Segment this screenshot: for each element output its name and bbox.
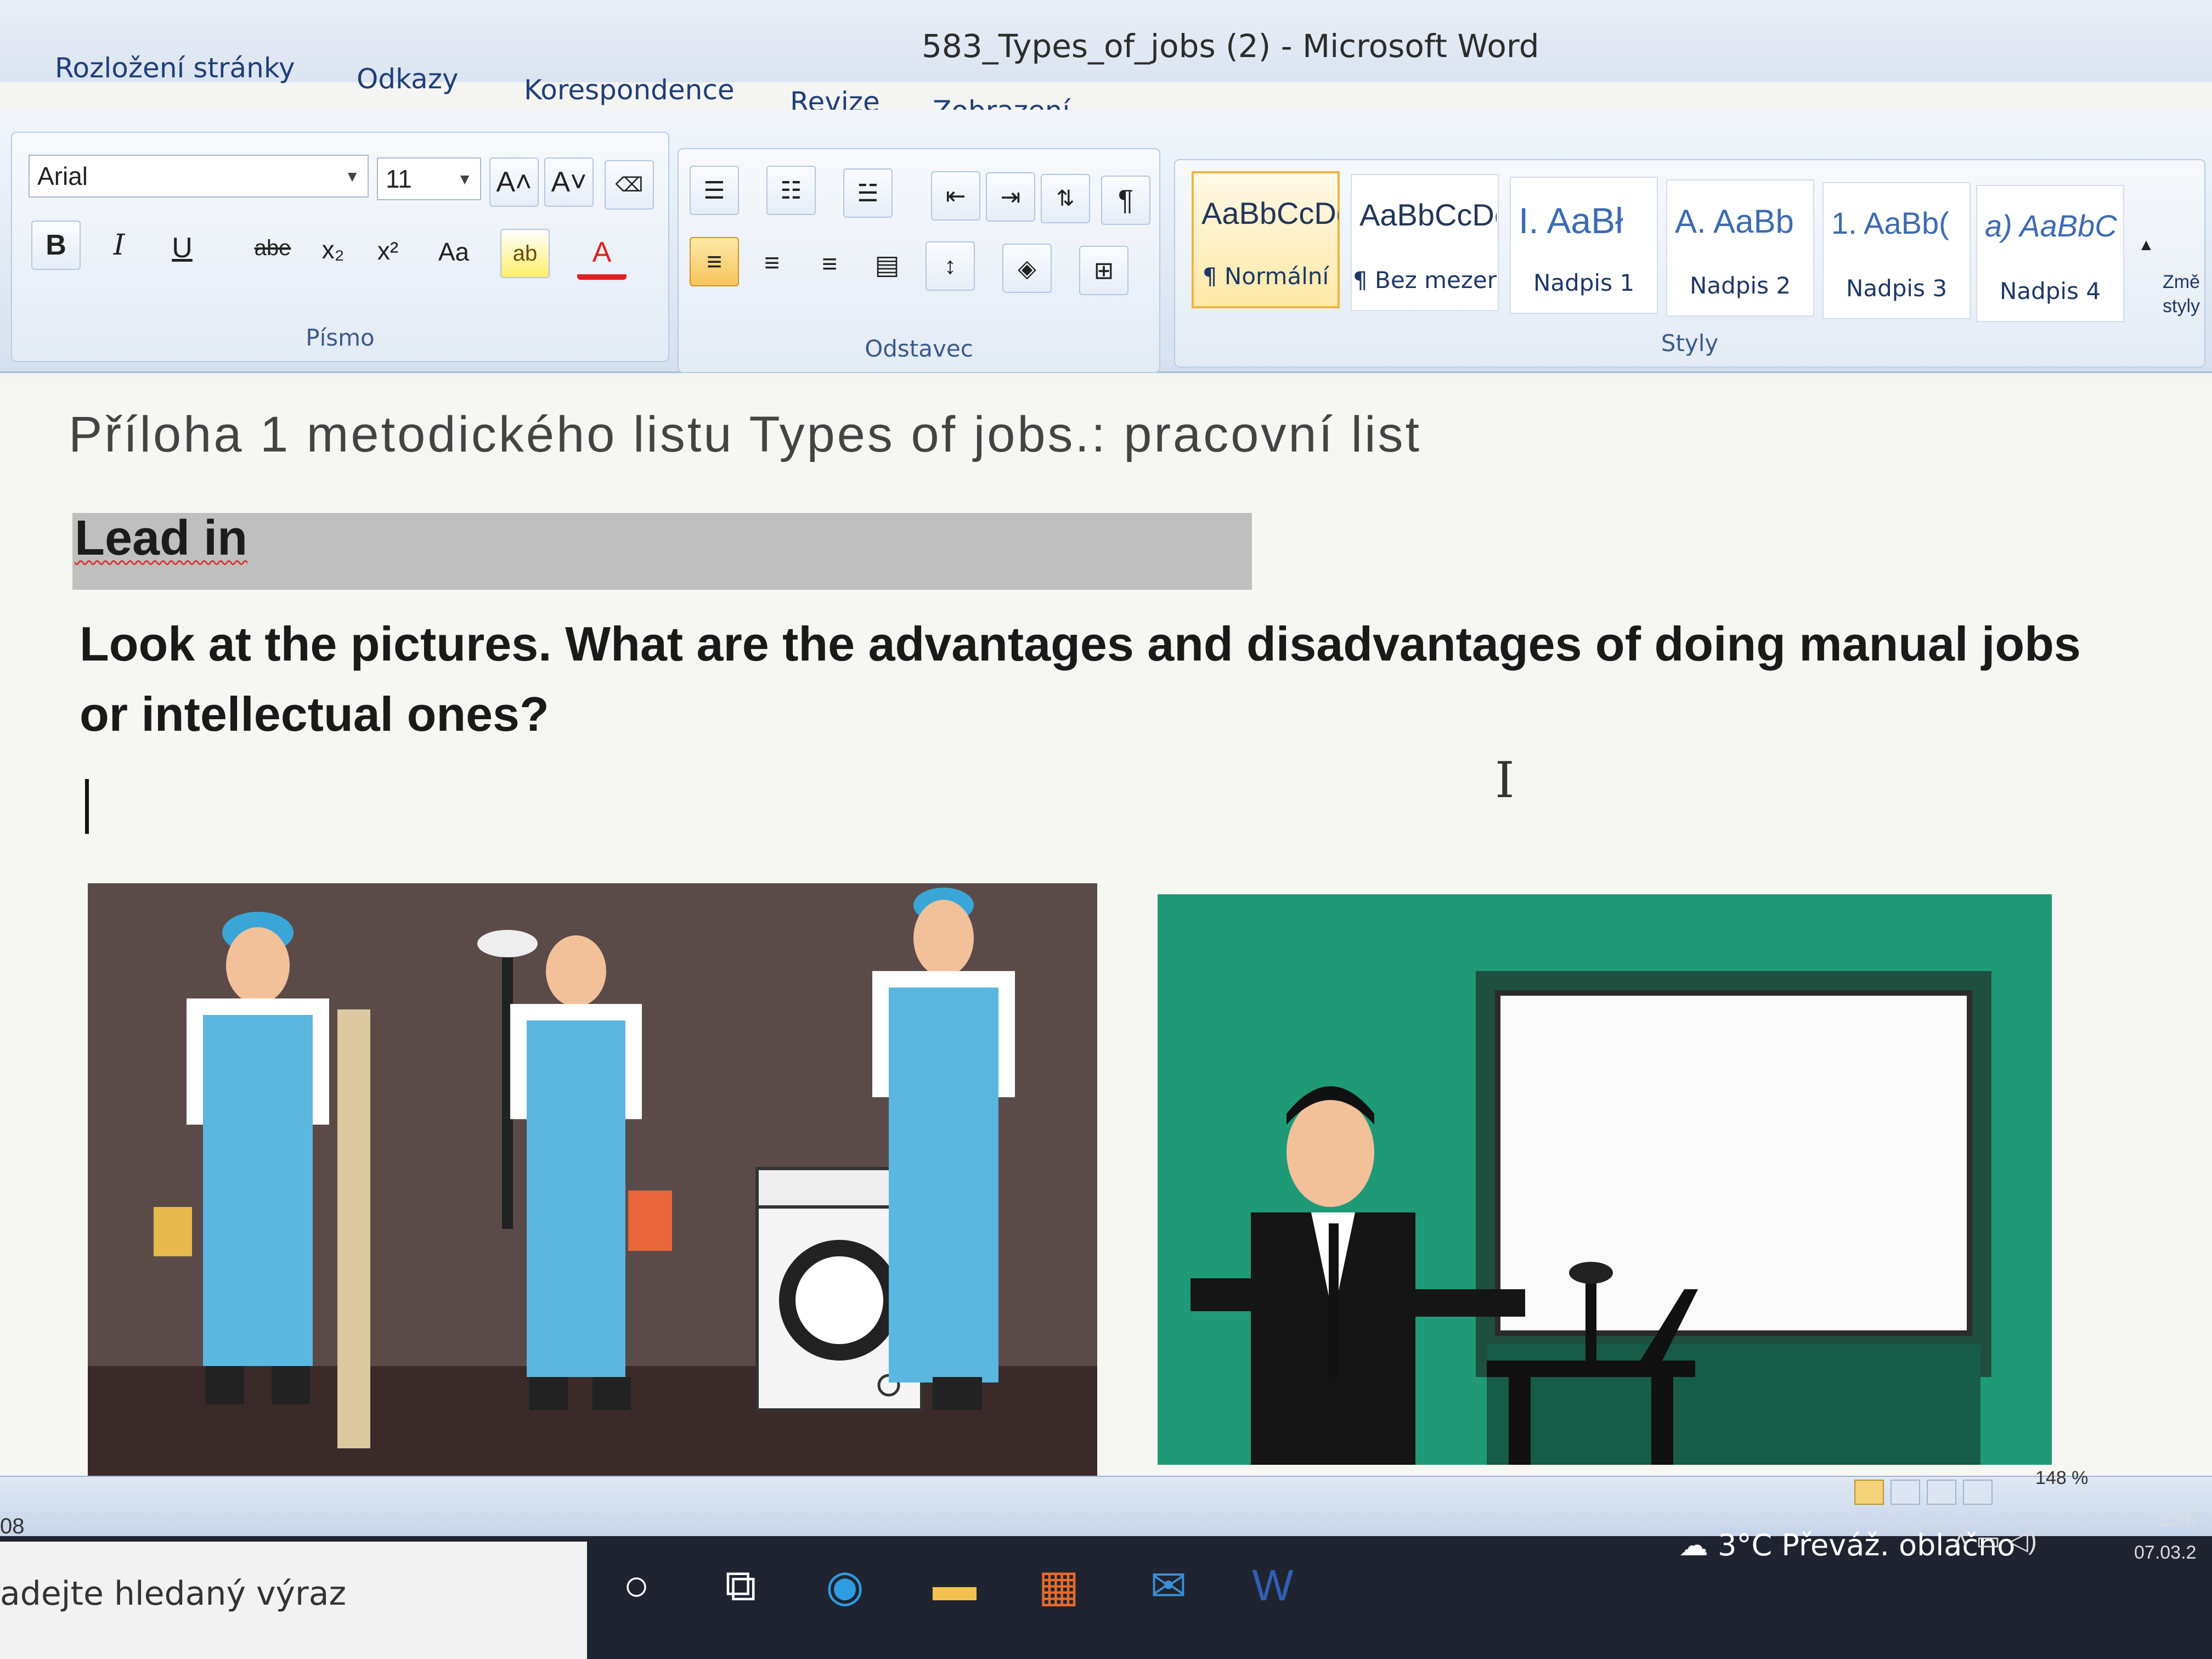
strikethrough-button[interactable]: abe [242,223,303,273]
lead-in-heading: Lead in [75,511,248,566]
web-layout-icon[interactable] [1927,1480,1956,1505]
ribbon: Arial ▼ 11 ▼ A˄ A˅ ⌫ B I U abe x₂ x² Aa … [0,110,2212,373]
justify-icon[interactable]: ▤ [862,240,912,290]
screen: 583_Types_of_jobs (2) - Microsoft Word R… [0,0,2212,1659]
outline-icon[interactable] [1963,1480,1993,1505]
network-icon[interactable]: ▭ [1976,1526,2000,1555]
status-bar [0,1476,2212,1536]
system-tray: ˄ ▭ ◁) [1953,1525,2037,1556]
font-name-value: Arial [37,162,88,190]
chevron-down-icon: ▼ [457,171,472,188]
lead-in-shading [72,513,1252,590]
tab-mailings[interactable]: Korespondence [524,74,735,106]
font-name-combo[interactable]: Arial ▼ [29,155,369,198]
font-color-button[interactable]: A [577,230,627,280]
taskbar-search-input[interactable]: adejte hledaný výraz [0,1575,346,1613]
font-size-combo[interactable]: 11 ▼ [377,157,481,200]
bullets-icon[interactable]: ☰ [690,166,739,215]
manual-workers-illustration [88,883,1097,1476]
font-group-label: Písmo [306,324,375,351]
shrink-font-button[interactable]: A˅ [544,157,594,207]
manual-jobs-picture [88,883,1097,1476]
style-heading-4[interactable]: a) AaBbC Nadpis 4 [1976,185,2124,322]
zoom-level[interactable]: 148 % [2035,1468,2088,1489]
question-paragraph: Look at the pictures. What are the advan… [80,617,2081,741]
volume-icon[interactable]: ◁) [2008,1526,2037,1555]
align-right-icon[interactable]: ≡ [805,239,854,289]
document-heading: Příloha 1 metodického listu Types of job… [69,407,1422,462]
styles-scroll-icon[interactable]: ▲ [2132,221,2160,270]
view-buttons [1854,1480,2019,1507]
style-normal[interactable]: AaBbCcDc ¶ Normální [1192,171,1340,308]
styles-group-label: Styly [1661,330,1719,357]
align-left-icon[interactable]: ≡ [690,237,739,286]
font-size-value: 11 [386,165,412,193]
tab-references[interactable]: Odkazy [357,63,459,95]
font-group: Arial ▼ 11 ▼ A˄ A˅ ⌫ B I U abe x₂ x² Aa … [11,132,669,362]
full-screen-icon[interactable] [1891,1480,1920,1505]
cortana-icon[interactable]: ○ [598,1547,675,1624]
intellectual-jobs-picture [1158,894,2052,1465]
tab-page-layout[interactable]: Rozložení stránky [55,52,295,84]
chevron-up-icon[interactable]: ˄ [1953,1526,1968,1555]
ibeam-cursor-icon: I [1495,752,1515,809]
taskbar-clock[interactable]: 13:0 07.03.2 [2134,1503,2196,1569]
show-formatting-button[interactable]: ¶ [1101,176,1150,225]
change-case-button[interactable]: Aa [424,227,484,276]
borders-icon[interactable]: ⊞ [1079,246,1128,295]
increase-indent-icon[interactable]: ⇥ [986,172,1035,222]
text-caret [85,779,89,834]
change-styles-button[interactable]: Změ styly [2163,270,2207,318]
clock-time: 13:0 [2160,1509,2197,1530]
task-view-icon[interactable]: ⧉ [702,1547,779,1624]
style-no-spacing[interactable]: AaBbCcDc ¶ Bez mezer [1351,174,1499,311]
style-heading-3[interactable]: 1. AaBb( Nadpis 3 [1822,182,1971,319]
clear-format-icon[interactable]: ⌫ [605,160,654,210]
numbering-icon[interactable]: ☷ [766,166,816,215]
style-heading-1[interactable]: I. AaBł Nadpis 1 [1510,177,1658,314]
presenter-illustration [1158,894,2052,1465]
page-number: 08 [0,1514,25,1538]
underline-button[interactable]: U [157,223,207,273]
mail-icon[interactable]: ✉ [1130,1547,1207,1624]
sort-icon[interactable]: ⇅ [1041,174,1090,223]
paragraph-group: ☰ ☷ ☱ ⇤ ⇥ ⇅ ¶ ≡ ≡ ≡ ▤ ↕ ◈ ⊞ Odstavec [678,148,1160,373]
paragraph-group-label: Odstavec [865,335,973,362]
clock-date: 07.03.2 [2134,1542,2197,1563]
style-heading-2[interactable]: A. AaBb Nadpis 2 [1666,179,1814,317]
grow-font-button[interactable]: A˄ [489,157,539,207]
store-icon[interactable]: ▦ [1020,1547,1097,1624]
print-layout-icon[interactable] [1854,1480,1884,1505]
highlight-button[interactable]: ab [500,229,550,278]
document-page[interactable]: Příloha 1 metodického listu Types of job… [0,379,2212,1492]
subscript-button[interactable]: x₂ [308,225,358,274]
file-explorer-icon[interactable]: ▬ [916,1547,993,1624]
decrease-indent-icon[interactable]: ⇤ [931,171,980,221]
line-spacing-icon[interactable]: ↕ [926,241,975,291]
styles-group: AaBbCcDc ¶ Normální AaBbCcDc ¶ Bez mezer… [1174,159,2205,368]
cloud-icon: ☁ [1679,1528,1708,1562]
bold-button[interactable]: B [31,221,81,270]
shading-icon[interactable]: ◈ [1002,244,1052,293]
chevron-down-icon: ▼ [345,168,360,185]
italic-button[interactable]: I [94,221,144,270]
multilevel-list-icon[interactable]: ☱ [843,168,893,218]
superscript-button[interactable]: x² [363,226,413,275]
align-center-icon[interactable]: ≡ [747,238,797,287]
edge-icon[interactable]: ◉ [806,1547,883,1624]
word-icon[interactable]: W [1234,1547,1311,1624]
